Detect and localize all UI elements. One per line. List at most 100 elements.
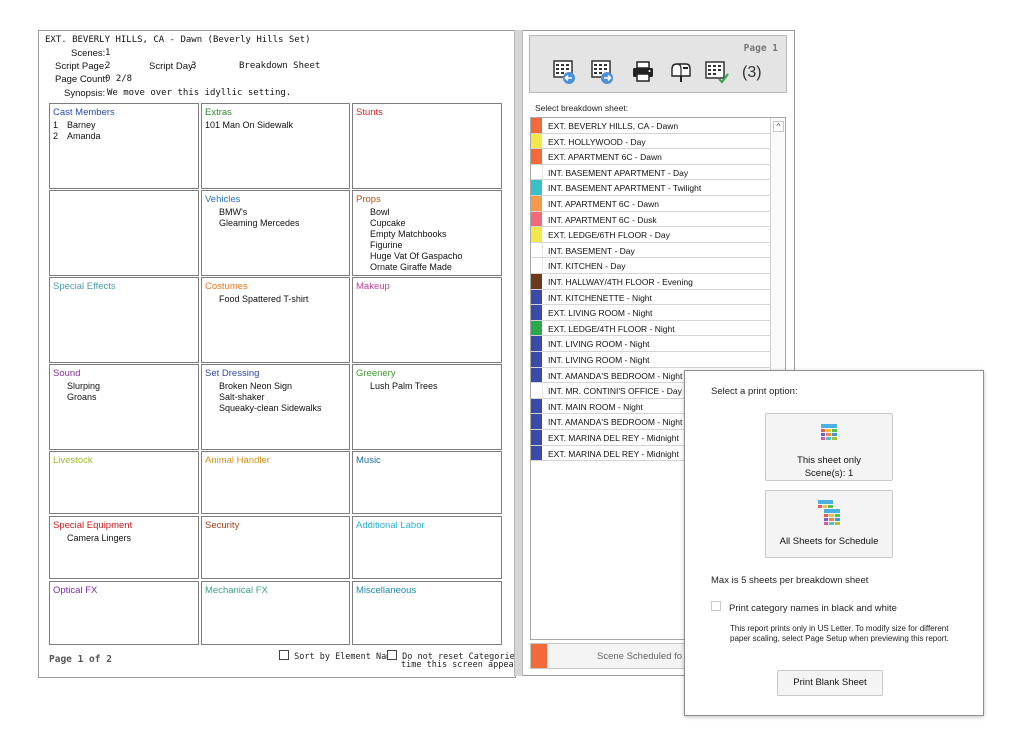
popup-title: Select a print option: [711, 386, 798, 397]
sheet-list-item[interactable]: INT. KITCHEN - Day [531, 258, 771, 274]
category-stunts[interactable]: Stunts [352, 103, 502, 189]
breakdown-sheet: EXT. BEVERLY HILLS, CA - Dawn (Beverly H… [38, 30, 551, 678]
category-mechanical-fx[interactable]: Mechanical FX [201, 581, 350, 645]
list-item: Empty Matchbooks [370, 229, 447, 239]
category-title: Makeup [356, 281, 390, 292]
sheet-list-item[interactable]: EXT. LEDGE/4TH FLOOR - Night [531, 320, 771, 337]
this-sheet-only-button[interactable]: This sheet only Scene(s): 1 [765, 413, 893, 481]
sheet-list-label: INT. MAIN ROOM - Night [548, 401, 643, 412]
sheet-color-swatch [531, 227, 542, 242]
panel-divider[interactable] [514, 30, 523, 676]
scenes-value: 1 [105, 48, 111, 58]
script-page-label: Script Page: [55, 61, 107, 72]
sheet-color-swatch [531, 211, 542, 227]
sheet-list-item[interactable]: EXT. HOLLYWOOD - Day [531, 133, 771, 150]
list-item: Gleaming Mercedes [219, 218, 300, 228]
page-count-value: 0 2/8 [105, 74, 133, 84]
previous-sheet-icon[interactable] [552, 59, 578, 85]
sort-checkbox[interactable] [279, 650, 289, 660]
sheet-list-item[interactable]: INT. HALLWAY/4TH FLOOR - Evening [531, 274, 771, 290]
category-props[interactable]: Props Bowl Cupcake Empty Matchbooks Figu… [352, 190, 502, 276]
sheet-color-swatch [531, 398, 542, 414]
reset-label-line2: time this screen appears. [401, 660, 529, 670]
list-item: 1 Barney [53, 120, 96, 130]
sheet-list-item[interactable]: INT. APARTMENT 6C - Dawn [531, 196, 771, 212]
category-miscellaneous[interactable]: Miscellaneous [352, 581, 502, 645]
black-white-checkbox[interactable] [711, 601, 721, 611]
sheet-list-item[interactable]: INT. LIVING ROOM - Night [531, 336, 771, 352]
print-blank-sheet-button[interactable]: Print Blank Sheet [777, 670, 883, 696]
sheet-list-item[interactable]: EXT. LEDGE/6TH FLOOR - Day [531, 227, 771, 243]
category-additional-labor[interactable]: Additional Labor [352, 516, 502, 579]
category-extras[interactable]: Extras 101 Man On Sidewalk [201, 103, 350, 189]
synopsis-label: Synopsis: [64, 88, 106, 99]
category-cast-members[interactable]: Cast Members 1 Barney 2 Amanda [49, 103, 199, 189]
category-special-equipment[interactable]: Special Equipment Camera Lingers [49, 516, 199, 579]
category-title: Vehicles [205, 194, 241, 205]
category-livestock[interactable]: Livestock [49, 451, 199, 514]
sort-label: Sort by Element Name [294, 652, 397, 662]
category-vehicles[interactable]: Vehicles BMW's Gleaming Mercedes [201, 190, 350, 276]
list-item: Salt-shaker [219, 392, 265, 402]
category-special-effects[interactable]: Special Effects [49, 277, 199, 363]
sheet-list-item[interactable]: INT. BASEMENT APARTMENT - Twilight [531, 180, 771, 196]
sheet-color-swatch [531, 164, 543, 180]
scroll-up-arrow-icon[interactable]: ^ [773, 121, 784, 132]
list-item: Squeaky-clean Sidewalks [219, 403, 322, 413]
category-set-dressing[interactable]: Set Dressing Broken Neon Sign Salt-shake… [201, 364, 350, 450]
category-title: Mechanical FX [205, 585, 268, 596]
sheet-color-swatch [531, 367, 542, 383]
synopsis-value: We move over this idyllic setting. [107, 88, 292, 98]
sheet-list-item[interactable]: INT. LIVING ROOM - Night [531, 352, 771, 368]
sheet-list-item[interactable]: INT. KITCHENETTE - Night [531, 289, 771, 306]
sheet-list-label: INT. MR. CONTINI'S OFFICE - Day [548, 386, 682, 397]
category-optical-fx[interactable]: Optical FX [49, 581, 199, 645]
list-item: Food Spattered T-shirt [219, 294, 309, 304]
black-white-option[interactable]: Print category names in black and white [711, 601, 897, 614]
toolbar: Page 1 (3) [529, 35, 787, 93]
category-sound[interactable]: Sound Slurping Groans [49, 364, 199, 450]
sheet-list-item[interactable]: INT. BASEMENT - Day [531, 242, 771, 259]
category-music[interactable]: Music [352, 451, 502, 514]
sheet-list-label: INT. KITCHENETTE - Night [548, 292, 652, 303]
sheet-list-label: EXT. LEDGE/4TH FLOOR - Night [548, 323, 675, 334]
list-item: Lush Palm Trees [370, 381, 438, 391]
category-title: Greenery [356, 368, 396, 379]
category-security[interactable]: Security [201, 516, 350, 579]
scene-scheduled-label: Scene Scheduled fo [597, 651, 683, 662]
all-sheets-button[interactable]: All Sheets for Schedule [765, 490, 893, 558]
reset-checkbox[interactable] [387, 650, 397, 660]
sheet-list-item[interactable]: EXT. BEVERLY HILLS, CA - Dawn [531, 118, 771, 134]
category-title: Miscellaneous [356, 585, 417, 596]
sheet-list-item[interactable]: EXT. APARTMENT 6C - Dawn [531, 149, 771, 165]
sheet-list-label: INT. LIVING ROOM - Night [548, 339, 650, 350]
category-title: Costumes [205, 281, 248, 292]
category-costumes[interactable]: Costumes Food Spattered T-shirt [201, 277, 350, 363]
sheet-color-swatch [531, 149, 542, 164]
scheduled-color-swatch [531, 644, 547, 668]
sheet-color-swatch [531, 196, 542, 211]
sheet-list-item[interactable]: INT. BASEMENT APARTMENT - Day [531, 164, 771, 181]
sheet-color-swatch [531, 305, 542, 320]
sort-option[interactable]: Sort by Element Name [279, 650, 396, 662]
sheet-list-label: EXT. LEDGE/6TH FLOOR - Day [548, 230, 670, 241]
printer-icon[interactable] [630, 59, 656, 85]
category-greenery[interactable]: Greenery Lush Palm Trees [352, 364, 502, 450]
sheet-list-item[interactable]: INT. APARTMENT 6C - Dusk [531, 211, 771, 228]
page-count-label: Page Count: [55, 74, 108, 85]
sheet-list-item[interactable]: EXT. LIVING ROOM - Night [531, 305, 771, 321]
sheet-list-label: INT. HALLWAY/4TH FLOOR - Evening [548, 277, 693, 287]
sheet-list-label: INT. BASEMENT APARTMENT - Day [548, 167, 689, 178]
next-sheet-icon[interactable] [590, 59, 616, 85]
category-animal-handler[interactable]: Animal Handler [201, 451, 350, 514]
select-sheet-label: Select breakdown sheet: [535, 103, 629, 113]
sheet-check-icon[interactable] [704, 59, 730, 85]
list-item: 2 Amanda [53, 131, 101, 141]
category-makeup[interactable]: Makeup [352, 277, 502, 363]
sheet-count: (3) [742, 64, 762, 81]
mailbox-icon[interactable] [668, 59, 694, 85]
single-sheet-icon [821, 424, 837, 440]
category-title: Cast Members [53, 107, 115, 118]
script-day-value: 3 [191, 61, 197, 71]
category-title: Special Equipment [53, 520, 133, 531]
